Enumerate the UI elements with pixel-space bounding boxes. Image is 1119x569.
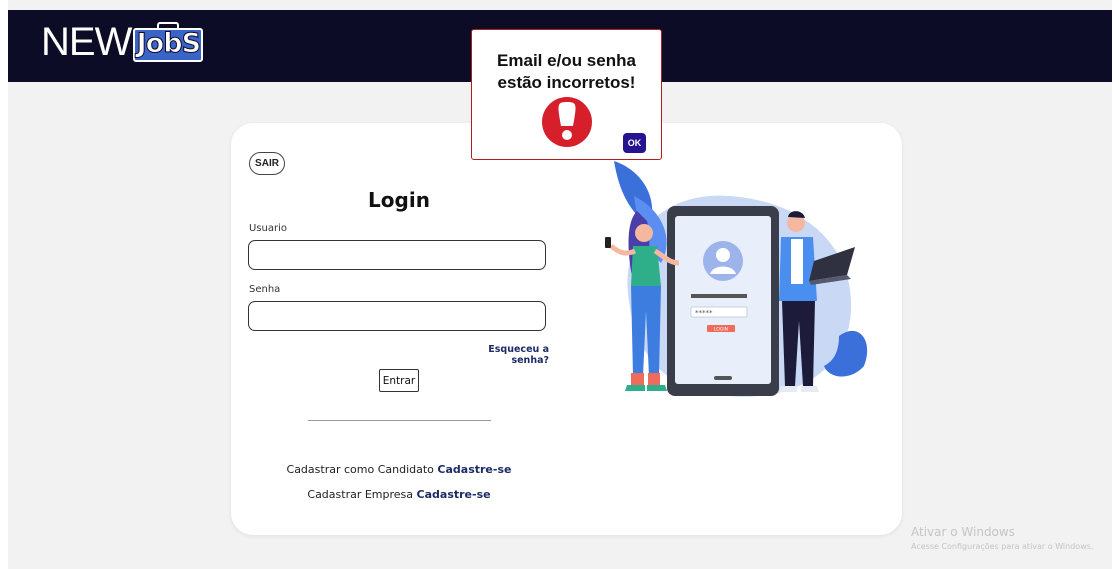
register-company-link[interactable]: Cadastre-se xyxy=(417,488,491,501)
alert-ok-button[interactable]: OK xyxy=(623,133,646,153)
phone-login-text: LOGIN xyxy=(714,327,728,333)
woman-head xyxy=(635,224,653,242)
man-shoe-left xyxy=(779,386,797,392)
windows-activation-subtitle: Acesse Configurações para ativar o Windo… xyxy=(911,542,1094,551)
login-title: Login xyxy=(368,188,430,212)
man-shoe-right xyxy=(801,386,819,392)
woman-sock-left xyxy=(631,373,644,385)
newjobs-logo[interactable]: NEW JobS xyxy=(41,20,204,64)
username-label: Usuario xyxy=(249,223,288,234)
username-input[interactable] xyxy=(248,240,546,270)
error-alert-dialog: Email e/ou senha estão incorretos! OK xyxy=(471,29,662,160)
logo-jobs-briefcase: JobS xyxy=(133,22,204,62)
register-candidate-text: Cadastrar como Candidato xyxy=(286,463,434,476)
login-submit-button[interactable]: Entrar xyxy=(379,369,419,392)
divider xyxy=(308,420,491,421)
register-company-text: Cadastrar Empresa xyxy=(307,488,414,501)
woman-shoe-right xyxy=(647,385,667,391)
alert-message-line2: estão incorretos! xyxy=(497,73,636,92)
alert-message: Email e/ou senha estão incorretos! xyxy=(472,50,661,94)
woman-shoe-left xyxy=(625,385,645,391)
username-line xyxy=(691,294,747,298)
password-dots: ***** xyxy=(695,309,713,317)
login-card: SAIR Login Usuario Senha Esqueceu a senh… xyxy=(231,123,902,535)
register-company-line: Cadastrar Empresa Cadastre-se xyxy=(231,488,567,501)
man-tshirt xyxy=(791,239,803,284)
password-input[interactable] xyxy=(248,301,546,331)
logo-jobs-text: JobS xyxy=(136,28,201,59)
login-illustration: ***** LOGIN xyxy=(605,161,868,397)
phone-home-button xyxy=(714,376,732,380)
forgot-password-link[interactable]: Esqueceu a senha? xyxy=(451,344,549,366)
register-candidate-line: Cadastrar como Candidato Cadastre-se xyxy=(231,463,567,476)
logo-new-text: NEW xyxy=(41,20,132,64)
exit-button[interactable]: SAIR xyxy=(249,152,285,175)
register-candidate-link[interactable]: Cadastre-se xyxy=(437,463,511,476)
password-label: Senha xyxy=(249,284,281,295)
exclamation-icon xyxy=(542,97,592,147)
alert-message-line1: Email e/ou senha xyxy=(497,51,636,70)
avatar-head xyxy=(716,248,730,262)
woman-phone xyxy=(605,237,611,248)
woman-sock-right xyxy=(648,373,660,385)
windows-activation-title: Ativar o Windows xyxy=(911,525,1015,539)
